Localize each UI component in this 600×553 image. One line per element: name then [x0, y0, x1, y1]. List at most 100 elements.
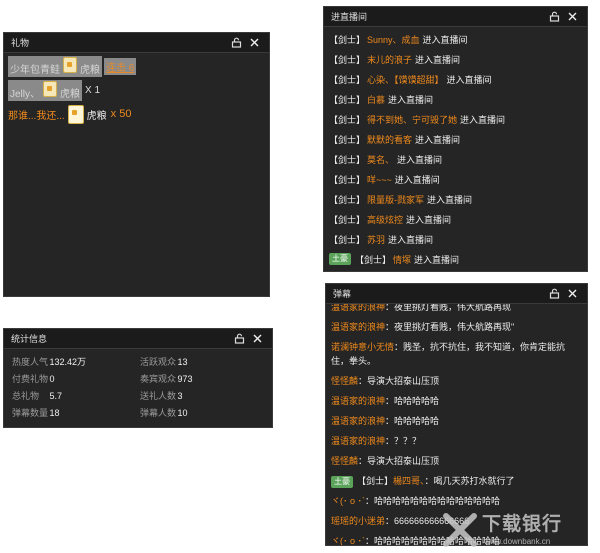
barrage-text: 哈哈哈哈哈: [394, 416, 440, 426]
barrage-user[interactable]: 瑶瑶的小迷弟: [331, 516, 385, 526]
stat-active-viewers: 活跃观众 13: [140, 357, 188, 367]
entry-user[interactable]: 咩~~~: [367, 173, 392, 186]
barrage-row: 瑶瑶的小迷弟：666666666666666: [331, 516, 470, 526]
barrage-text: 哈哈哈哈哈哈哈哈哈哈哈哈哈哈: [374, 496, 501, 506]
entry-action: 进入直播间: [422, 34, 468, 45]
entry-action: 进入直播间: [460, 114, 506, 125]
barrage-row: ヾ(･ o ･`：哈哈哈哈哈哈哈哈哈哈哈哈哈哈: [331, 496, 501, 506]
entry-panel-title: 进直播间: [331, 12, 368, 22]
barrage-list: 温语家的浪神：夜里挑灯看贱，伟大航路再现 温语家的浪神：夜里挑灯看贱，伟大航路再现…: [331, 297, 583, 546]
barrage-panel: 温语家的浪神：夜里挑灯看贱，伟大航路再现 温语家的浪神：夜里挑灯看贱，伟大航路再现…: [325, 283, 588, 546]
master-badge: 土豪: [331, 476, 353, 488]
barrage-row: ヾ(･ o ･`：哈哈哈哈哈哈哈哈哈哈哈哈哈哈: [331, 536, 501, 546]
barrage-user[interactable]: 诺澜钟意小无情: [331, 342, 394, 352]
entry-user[interactable]: 莫名、: [367, 153, 394, 166]
unlock-icon[interactable]: [545, 9, 563, 25]
barrage-text: 喝几天苏打水就行了: [433, 476, 515, 486]
gift-panel-title: 礼物: [11, 38, 30, 48]
stat-heat: 热度人气 132.42万: [12, 357, 87, 367]
stats-panel-title: 统计信息: [11, 334, 48, 344]
barrage-user[interactable]: ヾ(･ o ･`: [331, 496, 365, 506]
entry-rank: 【剑士】: [355, 254, 392, 265]
entry-row: 【剑士】 白慕 进入直播间: [329, 89, 583, 109]
entry-panel: 进直播间 【剑士】 Sunny、成血 进入直播间 【剑士】 末儿的浪子 进入直播间 【剑士】…: [323, 6, 588, 272]
stat-guest-viewers: 奏宾观众 973: [140, 374, 193, 384]
unlock-icon[interactable]: [227, 35, 245, 51]
close-icon[interactable]: [245, 35, 263, 51]
gift-user: 那谁...我还...: [8, 110, 65, 122]
entry-user[interactable]: 限量版-戮家军: [367, 193, 424, 206]
entry-row: 【剑士】 高级炫控 进入直播间: [329, 209, 583, 229]
gift-tiger-food-icon: [43, 80, 58, 97]
entry-rank: 【剑士】: [329, 134, 366, 145]
barrage-text: 夜里挑灯看贱，伟大航路再现": [394, 322, 515, 332]
stat-gift-senders: 送礼人数 3: [140, 391, 183, 401]
close-icon[interactable]: [563, 9, 581, 25]
entry-row: 【剑士】 苏羽 进入直播间: [329, 229, 583, 249]
entry-action: 进入直播间: [397, 154, 443, 165]
stats-panel: 统计信息 热度人气 132.42万 付费礼物 0 总礼物 5.7 弹幕数量 18…: [3, 328, 273, 428]
entry-user[interactable]: Sunny、成血: [367, 33, 420, 46]
barrage-text: 导演大招泰山压顶: [367, 376, 440, 386]
entry-action: 进入直播间: [388, 94, 434, 105]
gift-count: x 50: [110, 108, 132, 120]
close-icon[interactable]: [563, 286, 581, 302]
entry-rank: 【剑士】: [329, 114, 366, 125]
entry-row: 【剑士】 Sunny、成血 进入直播间: [329, 29, 583, 49]
barrage-user[interactable]: 楊四哥、: [393, 476, 425, 486]
barrage-row: 温语家的浪神：？？？: [331, 436, 422, 446]
barrage-user[interactable]: 温语家的浪神: [331, 416, 385, 426]
entry-list: 【剑士】 Sunny、成血 进入直播间 【剑士】 末儿的浪子 进入直播间 【剑士】 心染、【馍…: [329, 29, 583, 269]
barrage-user[interactable]: 温语家的浪神: [331, 322, 385, 332]
barrage-user[interactable]: 怪怪麟: [331, 376, 358, 386]
barrage-user[interactable]: 怪怪麟: [331, 456, 358, 466]
entry-action: 进入直播间: [415, 134, 461, 145]
close-icon[interactable]: [248, 331, 266, 347]
gift-combo: 连击 6: [104, 57, 137, 75]
stat-paid-gifts: 付费礼物 0: [12, 374, 55, 384]
entry-user[interactable]: 高级炫控: [367, 213, 403, 226]
barrage-user[interactable]: ヾ(･ o ･`: [331, 536, 365, 545]
master-badge: 土豪: [329, 253, 351, 265]
entry-action: 进入直播间: [406, 214, 452, 225]
barrage-text: ？？？: [394, 436, 422, 446]
entry-rank: 【剑士】: [329, 74, 366, 85]
gift-count: X 1: [85, 84, 101, 96]
barrage-text: 哈哈哈哈哈: [394, 396, 440, 406]
gift-row: 少年包青鲑 虎粮 连击 6: [8, 55, 137, 77]
unlock-icon[interactable]: [545, 286, 563, 302]
barrage-row: 温语家的浪神：哈哈哈哈哈: [331, 416, 440, 426]
entry-rank: 【剑士】: [329, 54, 366, 65]
gift-titlebar: 礼物: [4, 33, 269, 53]
barrage-row: 温语家的浪神：哈哈哈哈哈: [331, 396, 440, 406]
entry-row: 【剑士】 得不到她、宁可毁了她 进入直播间: [329, 109, 583, 129]
entry-user[interactable]: 心染、【馍馍超甜】: [367, 73, 444, 86]
entry-action: 进入直播间: [427, 194, 473, 205]
entry-user[interactable]: 情塚: [393, 253, 411, 266]
barrage-row: 怪怪麟：导演大招泰山压顶: [331, 456, 440, 466]
unlock-icon[interactable]: [230, 331, 248, 347]
entry-rank: 【剑士】: [329, 34, 366, 45]
entry-user[interactable]: 苏羽: [367, 233, 385, 246]
entry-user[interactable]: 得不到她、宁可毁了她: [367, 113, 457, 126]
gift-tiger-food-icon: [67, 104, 84, 124]
entry-action: 进入直播间: [394, 174, 440, 185]
barrage-text: 666666666666666: [394, 516, 470, 526]
barrage-rank: 【剑士】: [357, 476, 394, 486]
barrage-user[interactable]: 温语家的浪神: [331, 436, 385, 446]
gift-row: Jelly、 虎粮 X 1: [8, 79, 101, 101]
entry-action: 进入直播间: [388, 234, 434, 245]
entry-user[interactable]: 末儿的浪子: [367, 53, 412, 66]
barrage-row: 诺澜钟意小无情：贱圣，抗不抗住，我不知道，你肯定能抗住，拳头。: [331, 342, 566, 366]
barrage-panel-title: 弹幕: [333, 289, 352, 299]
entry-rank: 【剑士】: [329, 194, 366, 205]
entry-user[interactable]: 白慕: [367, 93, 385, 106]
entry-action: 进入直播间: [414, 254, 460, 265]
barrage-titlebar: 弹幕: [326, 284, 587, 304]
barrage-user[interactable]: 温语家的浪神: [331, 396, 385, 406]
entry-user[interactable]: 默默的看客: [367, 133, 412, 146]
entry-row: 【剑士】 咩~~~ 进入直播间: [329, 169, 583, 189]
barrage-row: 土豪 【剑士】楊四哥、：喝几天苏打水就行了: [331, 471, 583, 491]
barrage-text: 导演大招泰山压顶: [367, 456, 440, 466]
entry-row: 【剑士】 限量版-戮家军 进入直播间: [329, 189, 583, 209]
